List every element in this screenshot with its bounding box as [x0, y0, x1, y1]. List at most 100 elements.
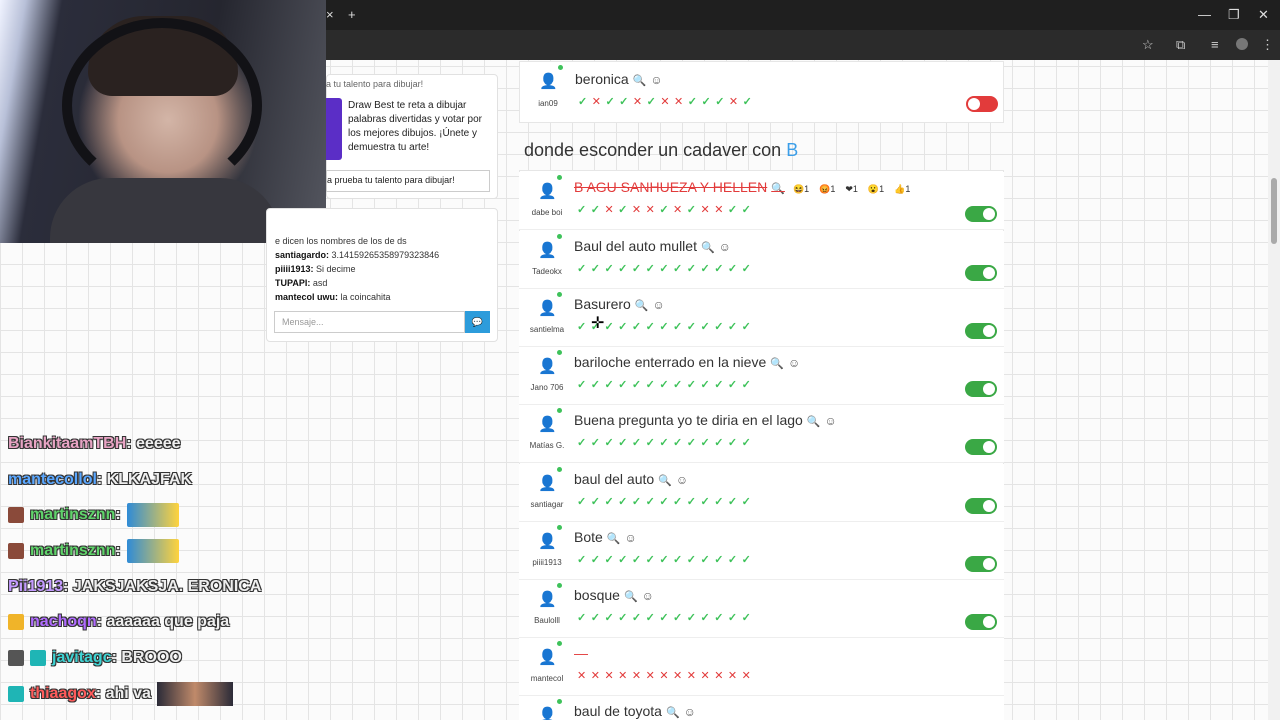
react-icon[interactable]: ☺ — [642, 589, 654, 603]
vote-yes-icon: ✓ — [659, 263, 674, 275]
vote-no-icon: ✕ — [728, 96, 743, 108]
accept-toggle[interactable] — [965, 381, 997, 397]
search-icon[interactable]: 🔍 — [635, 300, 649, 312]
search-icon[interactable]: 🔍 — [666, 707, 680, 719]
vote-yes-icon: ✓ — [714, 263, 728, 275]
promo-image — [326, 98, 342, 160]
react-icon[interactable]: ☺ — [625, 531, 637, 545]
reaction-badge[interactable]: 👍1 — [894, 184, 910, 194]
vote-yes-icon: ✓ — [700, 554, 715, 566]
vote-yes-icon: ✓ — [604, 437, 619, 449]
react-icon[interactable]: ☺ — [684, 705, 696, 719]
react-icon[interactable]: ☺ — [825, 414, 837, 428]
chat-message-input[interactable]: Mensaje... — [274, 311, 465, 333]
vote-yes-icon: ✓ — [631, 379, 646, 391]
vote-yes-icon: ✓ — [590, 612, 605, 624]
new-tab-button[interactable]: + — [348, 7, 356, 22]
accept-toggle[interactable] — [965, 556, 997, 572]
stream-chat-line: BiankitaamTBH: eeeee — [8, 426, 308, 462]
search-icon[interactable]: 🔍 — [624, 591, 638, 603]
vote-yes-icon: ✓ — [604, 554, 619, 566]
search-icon[interactable]: 🔍 — [771, 183, 785, 195]
profile-icon[interactable] — [1236, 38, 1248, 50]
stream-chat-line: Pii1913: JAKSJAKSJA. ERONICA — [8, 569, 308, 605]
vote-no-icon: ✕ — [645, 204, 660, 216]
vote-yes-icon: ✓ — [727, 437, 742, 449]
topic-heading: donde esconder un cadaver con B — [524, 140, 799, 160]
promo-button[interactable]: a prueba tu talento para dibujar! — [326, 170, 490, 192]
scrollbar-thumb[interactable] — [1271, 178, 1277, 244]
react-icon[interactable]: ☺ — [676, 473, 688, 487]
chat-send-button[interactable]: 💬 — [465, 311, 490, 333]
stream-chat-user: mantecollol — [8, 470, 97, 488]
extension-icon[interactable]: ⧉ — [1176, 37, 1185, 53]
answer-username: mantecol — [530, 674, 564, 683]
vote-no-icon: ✕ — [673, 670, 687, 682]
vote-yes-icon: ✓ — [700, 379, 715, 391]
search-icon[interactable]: 🔍 — [658, 475, 672, 487]
accept-toggle[interactable] — [966, 96, 998, 112]
vote-yes-icon: ✓ — [604, 612, 619, 624]
online-indicator — [557, 175, 562, 180]
vote-no-icon: ✕ — [590, 670, 605, 682]
reactions: 😆1 😡1 ❤1 😮1 👍1 — [793, 184, 920, 195]
online-indicator — [557, 699, 562, 704]
vote-yes-icon: ✓ — [741, 263, 756, 275]
star-icon[interactable]: ☆ — [1142, 37, 1154, 53]
online-indicator — [557, 408, 562, 413]
reaction-badge[interactable]: 😮1 — [868, 184, 884, 194]
answer-text: Bote 🔍 ☺ — [574, 529, 637, 545]
search-icon[interactable]: 🔍 — [807, 416, 821, 428]
stream-chat-line: martinsznn: — [8, 533, 308, 569]
answer-username: dabe boi — [531, 208, 563, 217]
vote-yes-icon: ✓ — [604, 379, 619, 391]
online-indicator — [557, 641, 562, 646]
vote-no-icon: ✕ — [591, 96, 606, 108]
vote-no-icon: ✕ — [604, 670, 619, 682]
react-icon[interactable]: ☺ — [650, 73, 662, 87]
vote-yes-icon: ✓ — [686, 612, 701, 624]
tab-close-icon[interactable]: × — [326, 7, 334, 22]
search-icon[interactable]: 🔍 — [701, 242, 715, 254]
answer-row: 👤 baul de toyota 🔍 ☺ — [519, 696, 1004, 720]
media-icon[interactable]: ≡ — [1211, 37, 1219, 52]
vote-marks: ✓✓✓✓✓✓✓✓✓✓✓✓✓ — [577, 436, 755, 449]
react-icon[interactable]: ☺ — [719, 240, 731, 254]
accept-toggle[interactable] — [965, 498, 997, 514]
topic-letter: B — [786, 140, 799, 160]
reaction-badge[interactable]: ❤1 — [845, 184, 858, 194]
react-icon[interactable]: ☺ — [653, 298, 665, 312]
search-icon[interactable]: 🔍 — [770, 358, 784, 370]
vote-no-icon: ✕ — [674, 96, 688, 108]
vote-yes-icon: ✓ — [577, 263, 591, 275]
vote-yes-icon: ✓ — [659, 496, 674, 508]
accept-toggle[interactable] — [965, 206, 997, 222]
vote-yes-icon: ✓ — [577, 554, 591, 566]
reaction-badge[interactable]: 😡1 — [819, 184, 835, 194]
accept-toggle[interactable] — [965, 614, 997, 630]
stream-chat-line: mantecollol: KLKAJFAK — [8, 462, 308, 498]
stream-chat-user: martinsznn — [30, 506, 116, 524]
accept-toggle[interactable] — [965, 265, 997, 281]
vote-yes-icon: ✓ — [715, 96, 729, 108]
vote-yes-icon: ✓ — [714, 554, 728, 566]
react-icon[interactable]: ☺ — [788, 356, 800, 370]
search-icon[interactable]: 🔍 — [633, 75, 647, 87]
window-restore-button[interactable]: ❐ — [1228, 7, 1240, 23]
vote-yes-icon: ✓ — [618, 612, 632, 624]
stream-chat-line: thiaagox: ahi va — [8, 676, 308, 712]
vote-yes-icon: ✓ — [659, 554, 674, 566]
accept-toggle[interactable] — [965, 439, 997, 455]
stream-chat-text: : BROOO — [111, 648, 182, 666]
user-avatar-icon: 👤 — [538, 649, 557, 666]
window-close-button[interactable]: ✕ — [1258, 7, 1269, 23]
reaction-badge[interactable]: 😆1 — [793, 184, 809, 194]
user-badge-icon — [8, 507, 24, 524]
vote-yes-icon: ✓ — [577, 321, 591, 333]
vote-yes-icon: ✓ — [741, 612, 756, 624]
search-icon[interactable]: 🔍 — [607, 533, 621, 545]
accept-toggle[interactable] — [965, 323, 997, 339]
scrollbar[interactable] — [1268, 60, 1280, 720]
window-minimize-button[interactable]: — — [1198, 7, 1211, 22]
menu-icon[interactable]: ⋮ — [1261, 37, 1274, 53]
